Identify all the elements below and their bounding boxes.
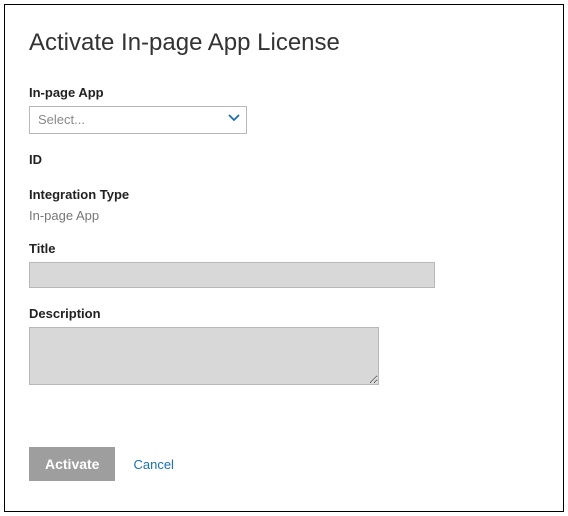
cancel-button[interactable]: Cancel <box>133 457 173 472</box>
description-input[interactable] <box>29 327 379 385</box>
activate-license-panel: Activate In-page App License In-page App… <box>4 4 564 512</box>
activate-button[interactable]: Activate <box>29 447 115 481</box>
in-page-app-label: In-page App <box>29 85 539 100</box>
in-page-app-select[interactable]: Select... <box>29 106 247 134</box>
form-actions: Activate Cancel <box>29 447 174 481</box>
in-page-app-select-value[interactable]: Select... <box>29 106 247 134</box>
id-label: ID <box>29 152 539 167</box>
page-title: Activate In-page App License <box>29 29 539 57</box>
field-title: Title <box>29 241 539 288</box>
description-label: Description <box>29 306 539 321</box>
integration-type-label: Integration Type <box>29 187 539 202</box>
title-label: Title <box>29 241 539 256</box>
field-integration-type: Integration Type In-page App <box>29 187 539 223</box>
integration-type-value: In-page App <box>29 208 539 223</box>
title-input[interactable] <box>29 262 435 288</box>
field-in-page-app: In-page App Select... <box>29 85 539 134</box>
field-id: ID <box>29 152 539 167</box>
field-description: Description <box>29 306 539 390</box>
